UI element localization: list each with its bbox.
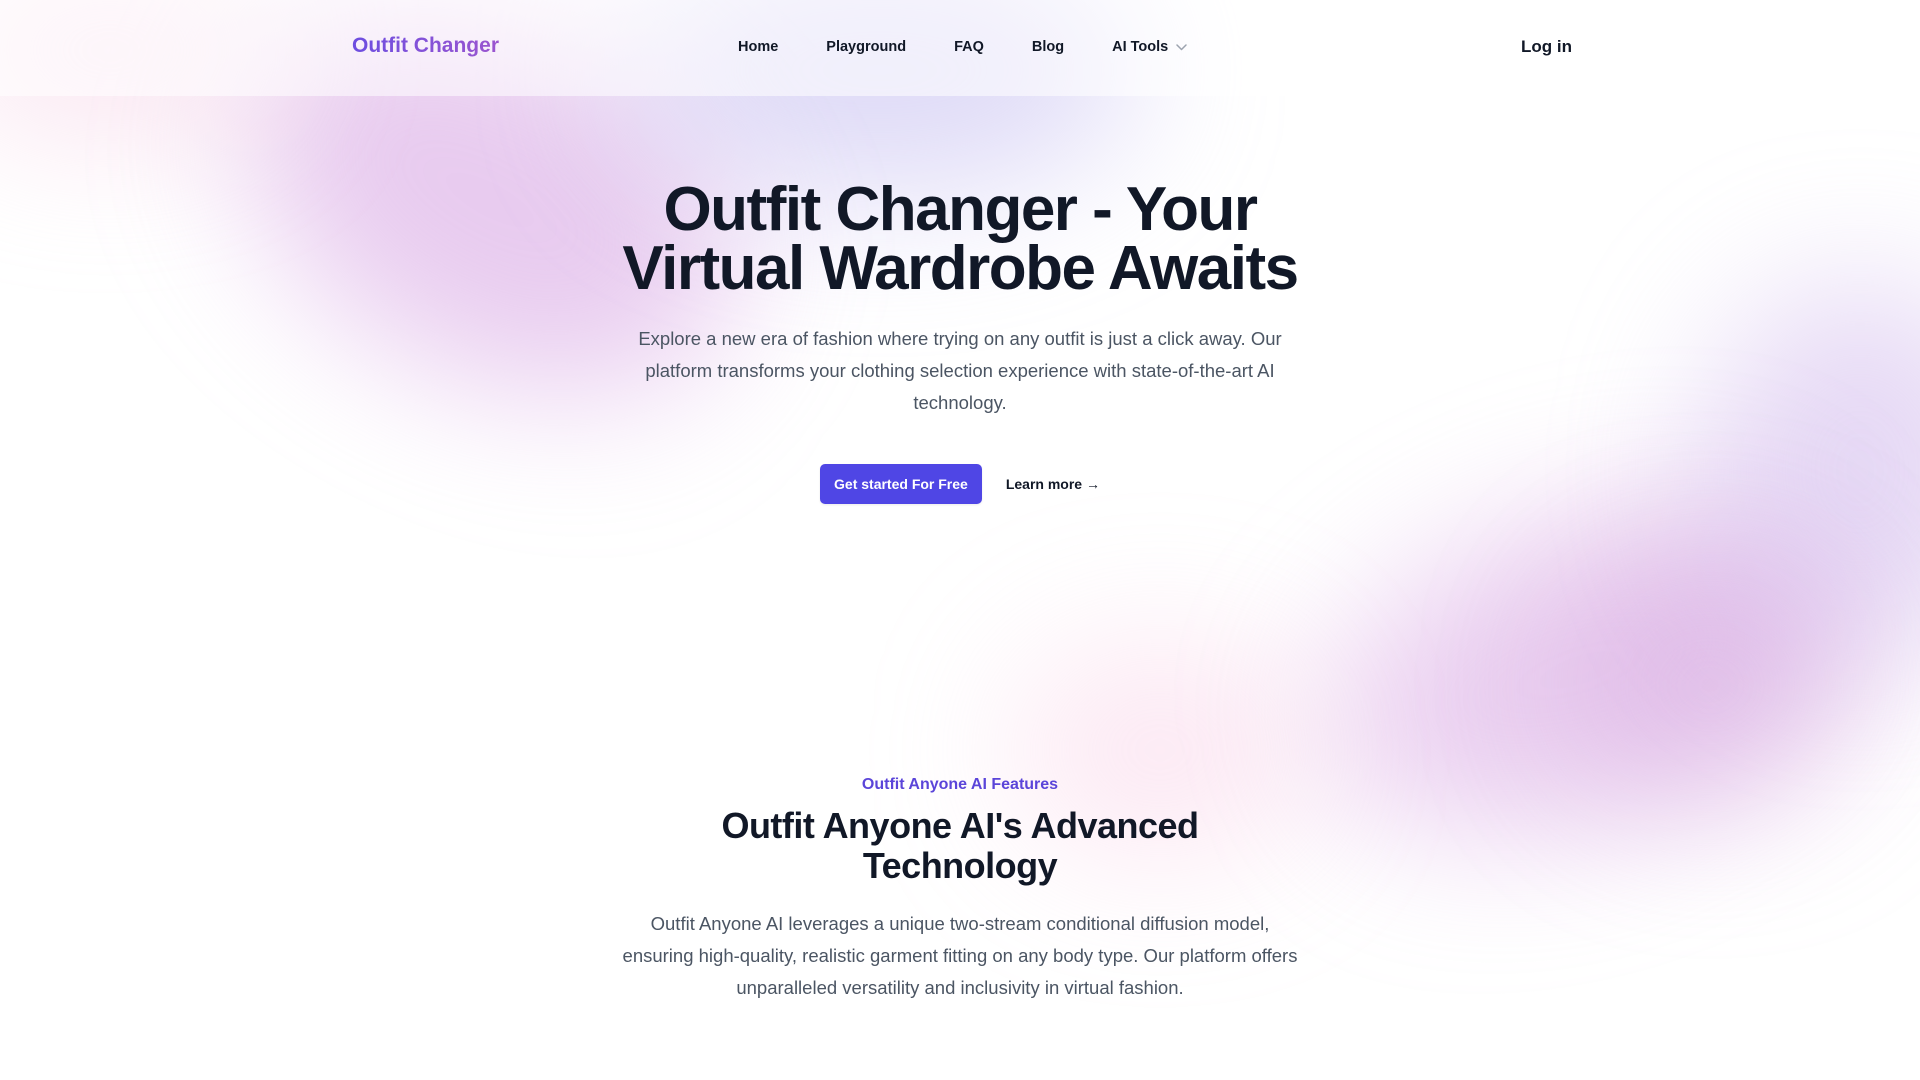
nav-faq-link[interactable]: FAQ [954,39,984,55]
background-blob [1560,560,1860,810]
features-eyebrow: Outfit Anyone AI Features [861,776,1059,793]
site-logo[interactable]: Outfit Changer [352,34,499,58]
hero-section: Outfit Changer - Your Virtual Wardrobe A… [0,175,1920,504]
features-description: Outfit Anyone AI leverages a unique two-… [622,913,1298,998]
nav-ai-tools-dropdown[interactable]: AI Tools [1112,39,1187,55]
nav-home-link[interactable]: Home [738,39,778,55]
top-navigation-bar: Outfit Changer Home Playground FAQ Blog … [0,0,1920,96]
hero-description: Explore a new era of fashion where tryin… [638,328,1282,413]
chevron-down-icon [1176,43,1187,50]
nav-ai-tools-label: AI Tools [1112,39,1169,55]
features-title: Outfit Anyone AI's Advanced Technology [721,805,1199,886]
nav-blog-link[interactable]: Blog [1032,39,1064,55]
learn-more-link[interactable]: Learn more → [1006,476,1100,492]
hero-title: Outfit Changer - Your Virtual Wardrobe A… [622,175,1299,303]
get-started-button[interactable]: Get started For Free [820,464,982,504]
page: Outfit Changer Home Playground FAQ Blog … [0,0,1920,1080]
log-in-link[interactable]: Log in [1521,37,1572,57]
features-section: Outfit Anyone AI Features Outfit Anyone … [0,776,1920,1004]
hero-actions: Get started For Free Learn more → [0,464,1920,504]
nav-playground-link[interactable]: Playground [826,39,906,55]
main-navigation: Home Playground FAQ Blog AI Tools [738,39,1187,55]
